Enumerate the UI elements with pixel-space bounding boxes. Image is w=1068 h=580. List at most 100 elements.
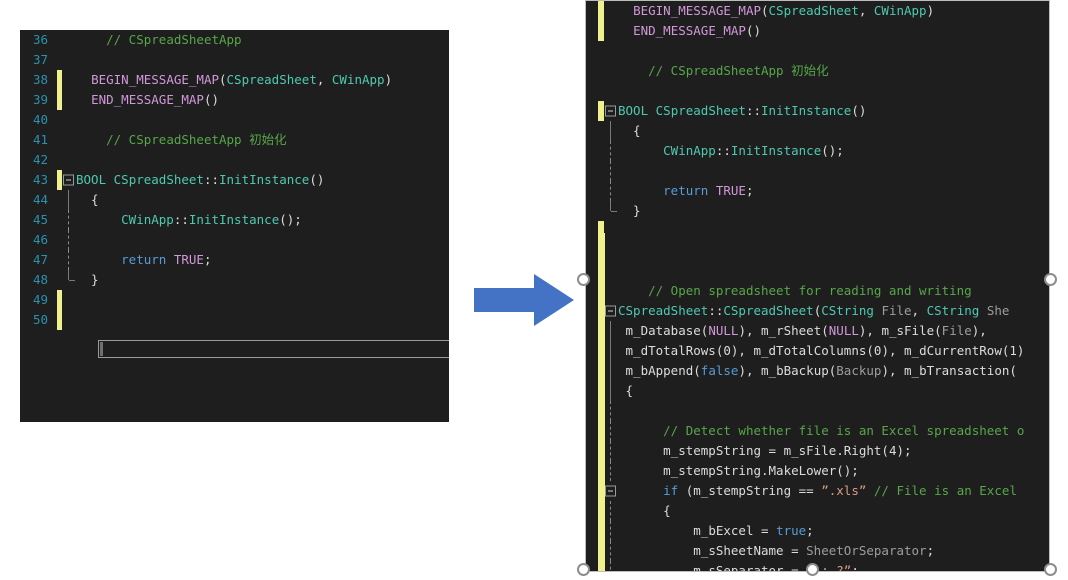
code-line[interactable]: 45 CWinApp::InitInstance(); (20, 210, 449, 230)
code-line[interactable]: END_MESSAGE_MAP() (586, 21, 1049, 41)
code-line[interactable]: m_bExcel = true; (586, 521, 1049, 541)
fold-column (62, 170, 76, 190)
fold-column (604, 521, 618, 541)
code-text: return TRUE; (76, 250, 449, 270)
code-token: () (745, 23, 762, 38)
code-line[interactable]: 40 (20, 110, 449, 130)
fold-column (604, 181, 618, 201)
code-line[interactable]: 37 (20, 50, 449, 70)
line-number: 50 (32, 312, 48, 327)
code-text: } (76, 270, 449, 290)
code-text: // CSpreadSheetApp (76, 30, 449, 50)
fold-column (604, 1, 618, 21)
fold-toggle-icon[interactable] (63, 174, 74, 186)
code-token: ( (821, 323, 829, 338)
code-token: ) (1016, 343, 1025, 358)
code-line[interactable]: m_sSheetName = SheetOrSeparator; (586, 541, 1049, 561)
code-token: false (700, 363, 739, 378)
code-line[interactable]: m_bAppend(false), m_bBackup(Backup), m_b… (586, 361, 1049, 381)
code-token: END_MESSAGE_MAP (633, 23, 746, 38)
code-line[interactable]: BEGIN_MESSAGE_MAP(CSpreadSheet, CWinApp) (586, 1, 1049, 21)
fold-toggle-icon[interactable] (605, 485, 616, 497)
code-line[interactable]: 48 } (20, 270, 449, 290)
code-line[interactable] (586, 401, 1049, 421)
handle-bottom-right[interactable] (1044, 563, 1057, 576)
code-token: ), m_bTransaction (881, 363, 1010, 378)
code-line[interactable]: m_dTotalRows(0), m_dTotalColumns(0), m_d… (586, 341, 1049, 361)
fold-column (604, 161, 618, 181)
code-line[interactable]: // Open spreadsheet for reading and writ… (586, 281, 1049, 301)
code-line[interactable]: 43 BOOL CSpreadSheet::InitInstance() (20, 170, 449, 190)
fold-toggle-icon[interactable] (605, 305, 616, 317)
code-token: m_dTotalRows (618, 343, 716, 358)
code-text: m_stempString.MakeLower(); (618, 461, 1049, 481)
code-line[interactable]: 50 (20, 310, 449, 330)
fold-column (62, 250, 76, 270)
fold-column (604, 41, 618, 61)
code-token: She (986, 303, 1010, 318)
line-number: 46 (32, 232, 48, 247)
code-token: ; (926, 543, 935, 558)
code-line[interactable]: 38 BEGIN_MESSAGE_MAP(CSpreadSheet, CWinA… (20, 70, 449, 90)
code-line[interactable]: CSpreadSheet::CSpreadSheet(CString File,… (586, 301, 1049, 321)
code-line[interactable]: 49 (20, 290, 449, 310)
code-line[interactable]: m_stempString = m_sFile.Right(4); (586, 441, 1049, 461)
code-token: ), m_sFile (858, 323, 935, 338)
code-line[interactable]: m_Database(NULL), m_rSheet(NULL), m_sFil… (586, 321, 1049, 341)
code-text: END_MESSAGE_MAP() (76, 90, 449, 110)
code-line[interactable] (586, 41, 1049, 61)
code-line[interactable]: return TRUE; (586, 181, 1049, 201)
code-token: } (76, 272, 99, 287)
code-line[interactable]: 41 // CSpreadSheetApp 初始化 (20, 130, 449, 150)
indent-guide-dashed (610, 561, 611, 571)
fold-toggle-icon[interactable] (605, 105, 616, 117)
code-line[interactable] (586, 221, 1049, 241)
code-line[interactable]: CWinApp::InitInstance(); (586, 141, 1049, 161)
code-token: :: (745, 103, 762, 118)
code-line[interactable]: { (586, 121, 1049, 141)
code-line[interactable]: 44 { (20, 190, 449, 210)
empty-edit-box[interactable] (98, 340, 449, 358)
code-token: SheetOrSeparator (806, 543, 927, 558)
code-line[interactable] (586, 261, 1049, 281)
code-token: { (76, 192, 99, 207)
code-token: ) (384, 72, 393, 87)
code-line[interactable]: { (586, 501, 1049, 521)
code-token: ( (693, 363, 701, 378)
indent-guide-dashed (610, 141, 611, 161)
line-number: 43 (32, 172, 48, 187)
code-line[interactable] (586, 81, 1049, 101)
code-line[interactable]: // Detect whether file is an Excel sprea… (586, 421, 1049, 441)
after-code-screenshot[interactable]: BEGIN_MESSAGE_MAP(CSpreadSheet, CWinApp)… (585, 0, 1050, 572)
code-token: // Detect whether file is an Excel sprea… (663, 423, 1025, 438)
code-token: ; (203, 252, 212, 267)
fold-column (604, 381, 618, 401)
code-line[interactable] (586, 241, 1049, 261)
code-line[interactable] (586, 161, 1049, 181)
line-number: 47 (32, 252, 48, 267)
code-line[interactable]: // CSpreadSheetApp 初始化 (586, 61, 1049, 81)
code-line[interactable]: { (586, 381, 1049, 401)
code-text: // Detect whether file is an Excel sprea… (618, 421, 1049, 441)
code-line[interactable]: 36 // CSpreadSheetApp (20, 30, 449, 50)
handle-bottom-center[interactable] (806, 563, 819, 576)
code-line[interactable]: m_stempString.MakeLower(); (586, 461, 1049, 481)
code-line[interactable]: 46 (20, 230, 449, 250)
code-line[interactable]: 42 (20, 150, 449, 170)
code-line[interactable]: } (586, 201, 1049, 221)
handle-bottom-left[interactable] (577, 563, 590, 576)
code-line[interactable]: if (m_stempString == ”.xls” // File is a… (586, 481, 1049, 501)
handle-top-right[interactable] (1044, 273, 1057, 286)
code-line[interactable]: 47 return TRUE; (20, 250, 449, 270)
handle-middle-left[interactable] (577, 273, 590, 286)
code-token: CString (926, 303, 980, 318)
indent-guide (610, 321, 611, 341)
code-line[interactable]: BOOL CSpreadSheet::InitInstance() (586, 101, 1049, 121)
code-token: ), (971, 323, 987, 338)
code-line[interactable]: 39 END_MESSAGE_MAP() (20, 90, 449, 110)
fold-column (604, 441, 618, 461)
code-token: CWinApp (873, 3, 927, 18)
code-token: , (911, 303, 927, 318)
